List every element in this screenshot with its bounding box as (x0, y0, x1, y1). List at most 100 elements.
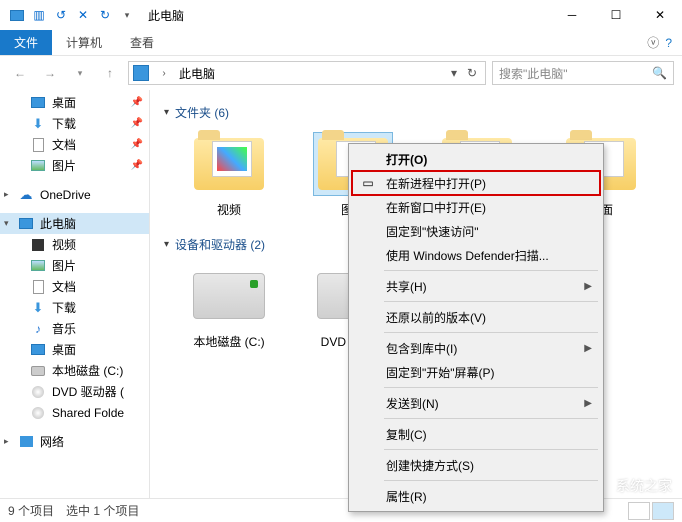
sidebar-label: 网络 (40, 433, 64, 450)
chevron-right-icon[interactable]: ▸ (4, 436, 9, 447)
quick-access-toolbar: ▥ ↺ ✕ ↻ ▾ (8, 6, 136, 24)
title-bar: ▥ ↺ ✕ ↻ ▾ 此电脑 ─ ☐ ✕ (0, 0, 682, 30)
menu-properties[interactable]: 属性(R) (352, 484, 600, 508)
doc-icon (30, 137, 46, 153)
nav-back-button[interactable]: ← (8, 61, 32, 85)
status-count: 9 个项目 (8, 502, 54, 519)
nav-recent-dropdown[interactable]: ▾ (68, 61, 92, 85)
sidebar-item-label: 下载 (52, 299, 76, 316)
sidebar-item-label: 本地磁盘 (C:) (52, 362, 123, 379)
ribbon-expand-icon[interactable]: ⓥ (647, 34, 659, 51)
navigation-pane: 桌面📌⬇下载📌文档📌图片📌 ▸ ☁ OneDrive ▾ 此电脑 视频图片文档⬇… (0, 90, 150, 498)
sidebar-item[interactable]: Shared Folde (0, 402, 149, 423)
menu-open-new-window[interactable]: 在新窗口中打开(E) (352, 195, 600, 219)
menu-open[interactable]: 打开(O) (352, 147, 600, 171)
pin-icon: 📌 (131, 118, 143, 129)
menu-send-to[interactable]: 发送到(N)▶ (352, 391, 600, 415)
view-details-button[interactable] (628, 502, 650, 520)
chevron-right-icon: ▶ (584, 398, 592, 409)
sidebar-item[interactable]: 文档📌 (0, 134, 149, 155)
drive-item[interactable]: 本地磁盘 (C:) (188, 265, 270, 350)
close-button[interactable]: ✕ (638, 0, 682, 30)
sidebar-item-label: 下载 (52, 115, 76, 132)
separator (384, 449, 598, 450)
qat-dropdown-icon[interactable]: ▾ (118, 6, 136, 24)
address-dropdown-icon[interactable]: ▾ (445, 66, 463, 80)
sidebar-item[interactable]: DVD 驱动器 ( (0, 381, 149, 402)
sidebar-item[interactable]: ⬇ 下载 📌 (0, 113, 149, 134)
refresh-icon[interactable]: ↻ (463, 66, 481, 80)
chevron-right-icon[interactable]: ▸ (4, 189, 9, 200)
drive-icon (193, 273, 265, 319)
menu-defender-scan[interactable]: 使用 Windows Defender扫描... (352, 243, 600, 267)
sidebar-item[interactable]: ⬇下载 (0, 297, 149, 318)
pin-icon: 📌 (131, 160, 143, 171)
separator (384, 332, 598, 333)
pic-icon (30, 158, 46, 174)
folder-icon (212, 141, 252, 177)
sidebar-item-label: Shared Folde (52, 406, 124, 420)
properties-qat-icon[interactable]: ▥ (30, 6, 48, 24)
minimize-button[interactable]: ─ (550, 0, 594, 30)
address-bar[interactable]: › 此电脑 ▾ ↻ (128, 61, 486, 85)
tab-file[interactable]: 文件 (0, 30, 52, 55)
chevron-right-icon[interactable]: › (155, 68, 173, 79)
menu-create-shortcut[interactable]: 创建快捷方式(S) (352, 453, 600, 477)
sidebar-item[interactable]: 本地磁盘 (C:) (0, 360, 149, 381)
sidebar-item[interactable]: 图片 📌 (0, 155, 149, 176)
separator (384, 480, 598, 481)
chevron-down-icon[interactable]: ▾ (4, 218, 9, 229)
sidebar-onedrive[interactable]: ▸ ☁ OneDrive (0, 184, 149, 205)
view-icons-button[interactable] (652, 502, 674, 520)
sidebar-item[interactable]: ♪音乐 (0, 318, 149, 339)
sidebar-item[interactable]: 图片 (0, 255, 149, 276)
sidebar-thispc[interactable]: ▾ 此电脑 (0, 213, 149, 234)
network-icon (20, 436, 33, 447)
tab-view[interactable]: 查看 (116, 30, 168, 55)
nav-up-button[interactable]: ↑ (98, 61, 122, 85)
sidebar-item-label: 桌面 (52, 341, 76, 358)
context-menu: 打开(O) ▭ 在新进程中打开(P) 在新窗口中打开(E) 固定到"快速访问" … (348, 143, 604, 512)
maximize-button[interactable]: ☐ (594, 0, 638, 30)
ribbon: 文件 计算机 查看 ⓥ ? (0, 30, 682, 56)
sidebar-item[interactable]: 文档 (0, 276, 149, 297)
down-icon: ⬇ (30, 116, 46, 132)
pc-icon (19, 218, 33, 229)
separator (384, 301, 598, 302)
group-header-folders[interactable]: ▾ 文件夹 (6) (164, 104, 668, 121)
menu-share[interactable]: 共享(H)▶ (352, 274, 600, 298)
window-title: 此电脑 (148, 7, 184, 24)
sidebar-item-label: 图片 (52, 157, 76, 174)
pin-icon: 📌 (131, 97, 143, 108)
undo-qat-icon[interactable]: ↺ (52, 6, 70, 24)
item-label: 视频 (217, 201, 241, 218)
search-input[interactable]: 搜索"此电脑" 🔍 (492, 61, 674, 85)
status-selected: 选中 1 个项目 (66, 502, 139, 519)
drive-icon (30, 363, 46, 379)
redo-qat-icon[interactable]: ✕ (74, 6, 92, 24)
sidebar-item[interactable]: 桌面 (0, 339, 149, 360)
chevron-right-icon: ▶ (584, 281, 592, 292)
cloud-icon: ☁ (20, 187, 33, 203)
nav-forward-button[interactable]: → (38, 61, 62, 85)
folder-item[interactable]: 视频 (188, 133, 270, 218)
sidebar-item[interactable]: 视频 (0, 234, 149, 255)
address-location: 此电脑 (179, 65, 215, 82)
chevron-down-icon: ▾ (164, 239, 169, 250)
tab-computer[interactable]: 计算机 (52, 30, 116, 55)
dvd-icon (30, 405, 46, 421)
menu-pin-start[interactable]: 固定到"开始"屏幕(P) (352, 360, 600, 384)
desktop-icon (30, 342, 46, 358)
history-qat-icon[interactable]: ↻ (96, 6, 114, 24)
menu-pin-quick-access[interactable]: 固定到"快速访问" (352, 219, 600, 243)
menu-open-new-process[interactable]: ▭ 在新进程中打开(P) (352, 171, 600, 195)
sidebar-item[interactable]: 桌面📌 (0, 92, 149, 113)
sidebar-item-label: 视频 (52, 236, 76, 253)
help-icon[interactable]: ? (665, 36, 672, 50)
menu-restore-versions[interactable]: 还原以前的版本(V) (352, 305, 600, 329)
chevron-down-icon: ▾ (164, 107, 169, 118)
sidebar-network[interactable]: ▸ 网络 (0, 431, 149, 452)
item-label: 本地磁盘 (C:) (193, 333, 264, 350)
menu-include-library[interactable]: 包含到库中(I)▶ (352, 336, 600, 360)
menu-copy[interactable]: 复制(C) (352, 422, 600, 446)
